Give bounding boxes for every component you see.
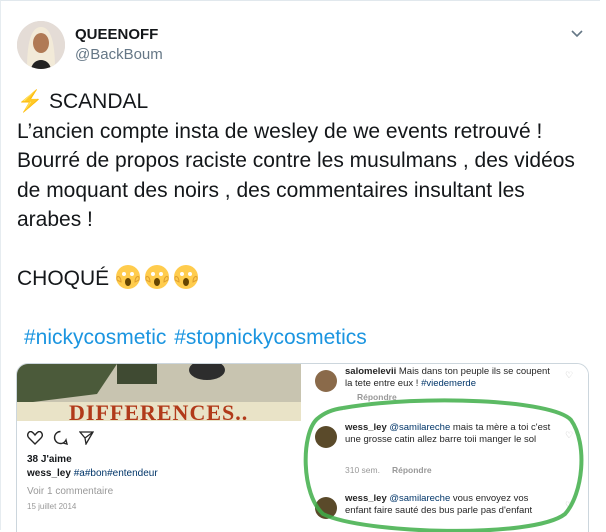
heart-icon[interactable]: ♡ [565, 370, 573, 381]
tweet-card: QUEENOFF @BackBoum ⚡ SCANDAL L’ancien co… [0, 0, 600, 532]
chevron-down-icon[interactable] [570, 27, 584, 41]
share-icon[interactable] [78, 430, 95, 446]
comment-user[interactable]: wess_ley [345, 493, 387, 504]
post-photo: DIFFERENCES.. [17, 364, 301, 421]
display-name[interactable]: QUEENOFF [75, 26, 158, 43]
caption-tags[interactable]: #a#bon#entendeur [74, 468, 158, 479]
user-handle[interactable]: @BackBoum [75, 46, 163, 63]
right-screenshot[interactable]: salomelevii Mais dans ton peuple ils se … [303, 364, 588, 532]
tweet-text: ⚡ SCANDAL L’ancien compte insta de wesle… [17, 87, 589, 293]
post-date: 15 juillet 2014 [27, 502, 77, 511]
view-comments-link[interactable]: Voir 1 commentaire [27, 486, 113, 497]
avatar[interactable] [17, 21, 65, 69]
comment-text: salomelevii Mais dans ton peuple ils se … [345, 366, 555, 390]
screaming-face-emoji [174, 264, 199, 289]
comment-meta: Répondre [345, 392, 397, 402]
comment-mention[interactable]: @samilareche [389, 422, 450, 433]
media-grid[interactable]: DIFFERENCES.. 38 J'aime wess_ley #a#bon#… [16, 363, 589, 532]
photo-text: DIFFERENCES.. [69, 400, 249, 421]
comment-meta: 310 sem. Répondre [345, 465, 432, 475]
comment-text: wess_ley @samilareche vous envoyez vos e… [345, 493, 555, 517]
hashtag-link[interactable]: #nickycosmetic [24, 326, 166, 349]
comment-time: 310 sem. [345, 465, 380, 475]
choque-text: CHOQUÉ [17, 266, 110, 290]
hashtag-link[interactable]: #stopnickycosmetics [174, 326, 367, 349]
hashtags: #nickycosmetic #stopnickycosmetics [24, 326, 369, 350]
comment-icon[interactable] [53, 430, 69, 445]
tweet-line-scandal: ⚡ SCANDAL [17, 90, 149, 113]
reply-link[interactable]: Répondre [392, 465, 432, 475]
comment-user[interactable]: salomelevii [345, 366, 396, 377]
caption-user[interactable]: wess_ley [27, 468, 71, 479]
post-caption: wess_ley #a#bon#entendeur [27, 468, 158, 479]
comment-mention[interactable]: @samilareche [389, 493, 450, 504]
comment-text: wess_ley @samilareche mais ta mère a toi… [345, 422, 555, 446]
left-screenshot[interactable]: DIFFERENCES.. 38 J'aime wess_ley #a#bon#… [17, 364, 301, 532]
tweet-body: L’ancien compte insta de wesley de we ev… [17, 119, 575, 232]
commenter-avatar [315, 497, 337, 519]
comment-tag[interactable]: #viedemerde [421, 378, 476, 389]
heart-icon[interactable] [27, 430, 43, 445]
heart-icon[interactable]: ♡ [565, 500, 573, 511]
tweet-choque-line: CHOQUÉ [17, 264, 589, 294]
commenter-avatar [315, 426, 337, 448]
likes-count: 38 J'aime [27, 454, 72, 465]
ig-action-icons [27, 430, 95, 450]
commenter-avatar [315, 370, 337, 392]
heart-icon[interactable]: ♡ [565, 430, 573, 441]
comment-user[interactable]: wess_ley [345, 422, 387, 433]
screaming-face-emoji [116, 264, 141, 289]
screaming-face-emoji [145, 264, 170, 289]
reply-link[interactable]: Répondre [357, 392, 397, 402]
